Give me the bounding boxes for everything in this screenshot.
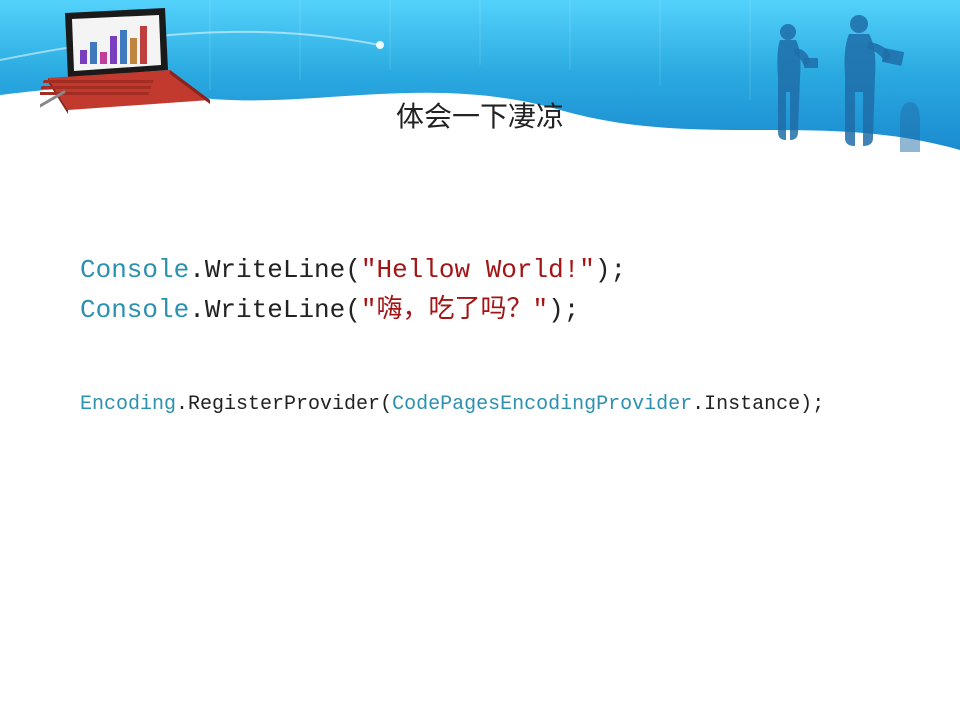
code1-l1-open: ( — [345, 255, 361, 285]
slide-title: 体会一下凄凉 — [0, 95, 960, 135]
code1-l1-method: WriteLine — [205, 255, 345, 285]
code1-l2-dot: . — [189, 295, 205, 325]
code2-semi: ; — [812, 393, 824, 416]
slide: 体会一下凄凉 Console.WriteLine("Hellow World!"… — [0, 0, 960, 720]
code1-l2-open: ( — [345, 295, 361, 325]
code1-l1-dot: . — [189, 255, 205, 285]
code2-class2: CodePagesEncodingProvider — [392, 393, 692, 416]
code1-l2-class: Console — [80, 295, 189, 325]
code1-l2-semi: ; — [564, 295, 580, 325]
code-block-2: Encoding.RegisterProvider(CodePagesEncod… — [80, 390, 824, 420]
code-block-1: Console.WriteLine("Hellow World!"); Cons… — [80, 250, 626, 330]
code1-l2-close: ) — [548, 295, 564, 325]
code2-prop: Instance — [704, 393, 800, 416]
code1-l1-close: ) — [595, 255, 611, 285]
code2-dot1: . — [176, 393, 188, 416]
code2-dot2: . — [692, 393, 704, 416]
code2-class1: Encoding — [80, 393, 176, 416]
code1-l2-string: "嗨，吃了吗？" — [361, 295, 548, 325]
code2-close: ) — [800, 393, 812, 416]
code2-method: RegisterProvider — [188, 393, 380, 416]
code1-l2-method: WriteLine — [205, 295, 345, 325]
code1-l1-semi: ; — [611, 255, 627, 285]
code2-open: ( — [380, 393, 392, 416]
code1-l1-class: Console — [80, 255, 189, 285]
code1-l1-string: "Hellow World!" — [361, 255, 595, 285]
